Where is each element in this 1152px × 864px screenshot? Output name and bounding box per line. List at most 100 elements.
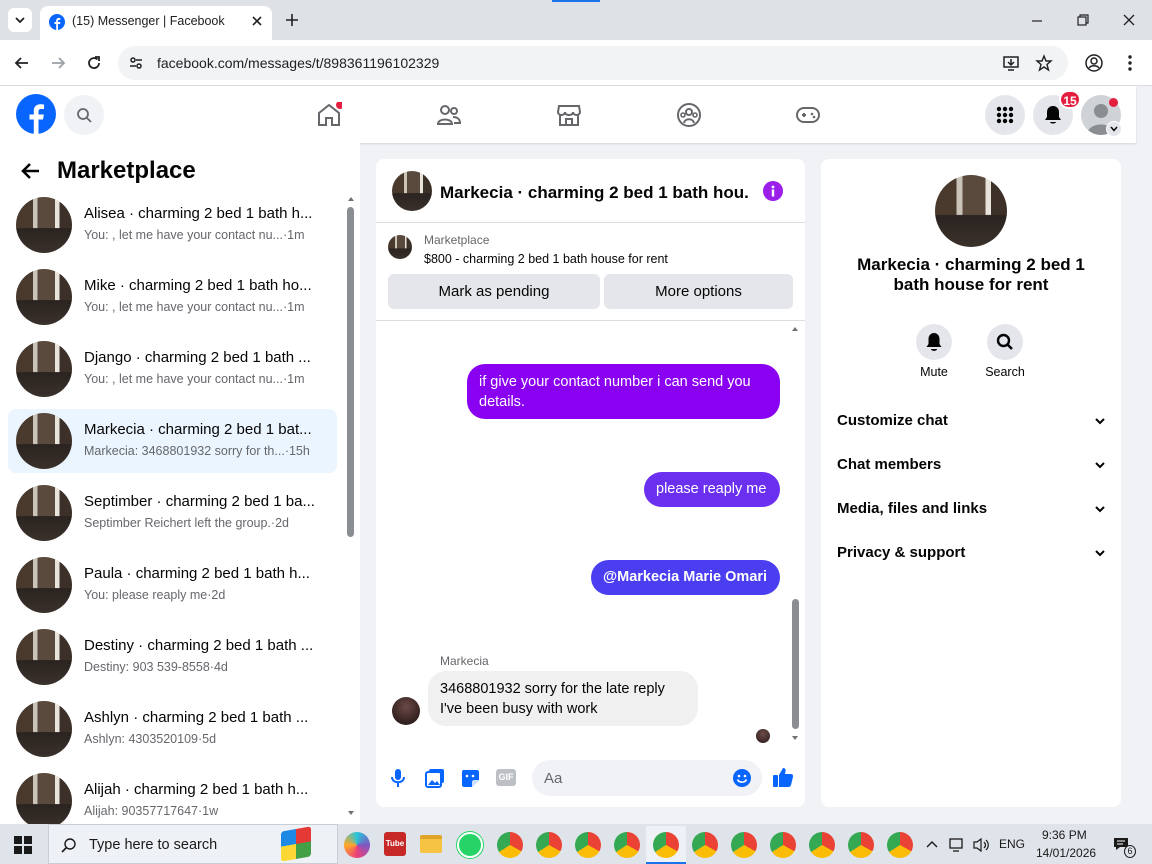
clock-time[interactable]: 9:36 PM bbox=[1042, 828, 1087, 842]
search-conversation-button[interactable] bbox=[987, 324, 1023, 360]
sender-avatar[interactable] bbox=[392, 697, 420, 725]
message-input[interactable]: Aa bbox=[532, 760, 762, 796]
facebook-logo-icon[interactable] bbox=[16, 94, 56, 134]
chrome-profile-icon[interactable] bbox=[536, 832, 562, 858]
chat-avatar bbox=[16, 269, 72, 325]
tab-search-button[interactable] bbox=[8, 8, 32, 32]
notification-badge: 15 bbox=[1059, 90, 1081, 109]
chat-list-item[interactable]: Mike · charming 2 bed 1 bath ho... You: ,… bbox=[8, 265, 337, 329]
mark-pending-button[interactable]: Mark as pending bbox=[388, 274, 600, 309]
chat-avatar bbox=[16, 701, 72, 757]
profile-icon[interactable] bbox=[1085, 54, 1103, 72]
facebook-search-button[interactable] bbox=[64, 95, 104, 135]
chrome-profile-icon[interactable] bbox=[497, 832, 523, 858]
scroll-down-icon[interactable] bbox=[347, 809, 355, 817]
close-tab-icon[interactable] bbox=[250, 14, 264, 28]
taskbar-search-box[interactable]: Type here to search bbox=[48, 824, 338, 864]
chat-list-item[interactable]: Septimber · charming 2 bed 1 ba... Septim… bbox=[8, 481, 337, 545]
file-explorer-icon[interactable] bbox=[420, 835, 442, 853]
network-icon[interactable] bbox=[948, 837, 966, 853]
mute-button[interactable] bbox=[916, 324, 952, 360]
listing-thumbnail[interactable] bbox=[388, 235, 412, 259]
listing-title[interactable]: $800 - charming 2 bed 1 bath house for r… bbox=[424, 252, 668, 266]
address-bar[interactable]: facebook.com/messages/t/898361196102329 bbox=[118, 46, 1068, 80]
chat-list-item[interactable]: Destiny · charming 2 bed 1 bath ... Desti… bbox=[8, 625, 337, 689]
gif-button[interactable]: GIF bbox=[496, 769, 516, 786]
browser-menu-icon[interactable] bbox=[1123, 54, 1137, 72]
minimize-icon[interactable] bbox=[1030, 14, 1044, 28]
more-options-button[interactable]: More options bbox=[604, 274, 793, 309]
chevron-up-icon[interactable] bbox=[926, 839, 938, 849]
section-chat-members[interactable]: Chat members bbox=[837, 456, 1107, 480]
chevron-down-icon bbox=[15, 17, 25, 24]
home-nav-icon[interactable] bbox=[316, 102, 342, 128]
marketplace-nav-icon[interactable] bbox=[556, 102, 582, 128]
chrome-profile-icon[interactable] bbox=[809, 832, 835, 858]
volume-icon[interactable] bbox=[972, 837, 990, 853]
groups-nav-icon[interactable] bbox=[676, 102, 702, 128]
message-bubble-outgoing[interactable]: @Markecia Marie Omari bbox=[591, 560, 780, 595]
chrome-profile-icon[interactable] bbox=[887, 832, 913, 858]
scroll-up-icon[interactable] bbox=[347, 195, 355, 203]
new-tab-icon[interactable] bbox=[284, 12, 300, 28]
conversation-avatar[interactable] bbox=[392, 171, 432, 211]
account-chevron[interactable] bbox=[1106, 121, 1122, 137]
sticker-icon[interactable] bbox=[460, 768, 480, 788]
chat-preview-text: You: , let me have your contact nu... bbox=[84, 228, 283, 242]
photo-icon[interactable] bbox=[425, 768, 445, 788]
message-scroll-thumb[interactable] bbox=[792, 599, 799, 729]
scroll-thumb[interactable] bbox=[347, 207, 354, 537]
section-customize-chat[interactable]: Customize chat bbox=[837, 412, 1107, 436]
copilot-icon[interactable] bbox=[344, 832, 370, 858]
chat-list-item[interactable]: Markecia · charming 2 bed 1 bat... Markec… bbox=[8, 409, 337, 473]
tab-title: (15) Messenger | Facebook bbox=[72, 14, 225, 28]
message-bubble-outgoing[interactable]: if give your contact number i can send y… bbox=[467, 364, 780, 419]
message-bubble-outgoing[interactable]: please reaply me bbox=[644, 472, 780, 507]
chat-list-item[interactable]: Django · charming 2 bed 1 bath ... You: ,… bbox=[8, 337, 337, 401]
details-avatar[interactable] bbox=[935, 175, 1007, 247]
sender-label: Markecia bbox=[440, 654, 489, 668]
message-bubble-incoming[interactable]: 3468801932 sorry for the late reply I've… bbox=[428, 671, 698, 726]
chrome-profile-icon[interactable] bbox=[848, 832, 874, 858]
friends-nav-icon[interactable] bbox=[436, 102, 462, 128]
back-arrow-icon[interactable] bbox=[14, 55, 30, 71]
microphone-icon[interactable] bbox=[390, 768, 406, 788]
whatsapp-icon[interactable] bbox=[457, 832, 483, 858]
reload-icon[interactable] bbox=[86, 55, 102, 71]
menu-button[interactable] bbox=[985, 95, 1025, 135]
close-window-icon[interactable] bbox=[1122, 13, 1136, 27]
chat-list-item[interactable]: Ashlyn · charming 2 bed 1 bath ... Ashlyn… bbox=[8, 697, 337, 761]
browser-tab-messenger[interactable]: (15) Messenger | Facebook bbox=[40, 6, 272, 40]
chrome-profile-icon[interactable] bbox=[770, 832, 796, 858]
chrome-profile-icon-active[interactable] bbox=[653, 832, 679, 858]
conversation-info-button[interactable] bbox=[763, 181, 783, 201]
restore-icon[interactable] bbox=[1076, 13, 1090, 27]
chat-list-item[interactable]: Paula · charming 2 bed 1 bath h... You: p… bbox=[8, 553, 337, 617]
emoji-icon[interactable] bbox=[732, 768, 752, 788]
chrome-profile-icon[interactable] bbox=[575, 832, 601, 858]
mute-label: Mute bbox=[920, 365, 948, 379]
chrome-profile-icon[interactable] bbox=[692, 832, 718, 858]
gaming-nav-icon[interactable] bbox=[795, 104, 821, 126]
scroll-up-icon[interactable] bbox=[791, 325, 799, 333]
site-info-icon[interactable] bbox=[128, 55, 144, 71]
page-scrollbar[interactable] bbox=[1138, 143, 1152, 824]
thumbs-up-icon[interactable] bbox=[772, 766, 794, 788]
conversation-title[interactable]: Markecia · charming 2 bed 1 bath hou... bbox=[440, 183, 750, 203]
back-arrow-icon[interactable] bbox=[20, 160, 42, 182]
chat-list-item[interactable]: Alisea · charming 2 bed 1 bath h... You: … bbox=[8, 193, 337, 257]
chat-time: ·4d bbox=[209, 660, 228, 674]
clock-date[interactable]: 14/01/2026 bbox=[1036, 846, 1096, 860]
youtube-app-icon[interactable]: Tube bbox=[384, 832, 406, 856]
chat-list-scrollbar[interactable] bbox=[344, 195, 356, 820]
install-app-icon[interactable] bbox=[1002, 54, 1020, 72]
bookmark-star-icon[interactable] bbox=[1035, 54, 1053, 72]
chrome-profile-icon[interactable] bbox=[731, 832, 757, 858]
windows-start-icon[interactable] bbox=[14, 836, 32, 854]
chrome-profile-icon[interactable] bbox=[614, 832, 640, 858]
section-media-files-links[interactable]: Media, files and links bbox=[837, 500, 1107, 524]
forward-arrow-icon[interactable] bbox=[50, 55, 66, 71]
section-privacy-support[interactable]: Privacy & support bbox=[837, 544, 1107, 568]
language-indicator[interactable]: ENG bbox=[999, 837, 1025, 851]
scroll-down-icon[interactable] bbox=[791, 734, 799, 742]
